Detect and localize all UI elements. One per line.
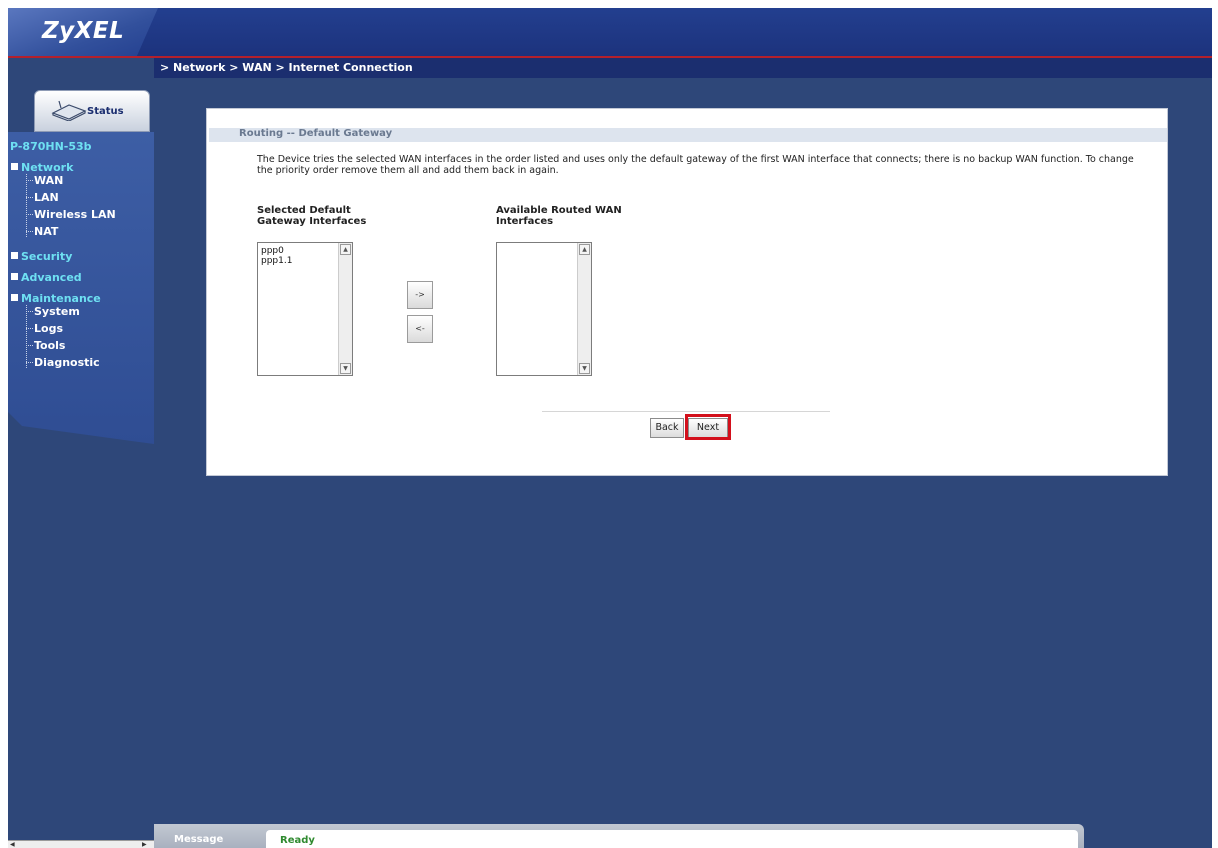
router-admin-window: ZyXEL > Network > WAN > Internet Connect… <box>8 8 1212 848</box>
router-icon <box>51 100 87 121</box>
selected-heading-line2: Gateway Interfaces <box>257 216 367 227</box>
available-heading-line1: Available Routed WAN <box>496 205 622 216</box>
header-bar: ZyXEL <box>8 8 1212 58</box>
scroll-right-arrow-icon[interactable]: ▶ <box>142 841 150 848</box>
collapse-square-icon <box>11 163 18 170</box>
listbox-scrollbar[interactable]: ▲ ▼ <box>338 243 352 375</box>
nav-item-nat[interactable]: NAT <box>34 225 58 238</box>
device-model-label: P-870HN-53b <box>10 140 92 153</box>
nav-item-wan[interactable]: WAN <box>34 174 63 187</box>
nav-item-lan[interactable]: LAN <box>34 191 59 204</box>
tree-branch <box>26 214 33 215</box>
selected-interfaces-heading: Selected Default Gateway Interfaces <box>257 205 366 227</box>
tree-branch <box>26 180 33 181</box>
tree-branch <box>26 311 33 312</box>
horizontal-scrollbar[interactable]: ◀ ▶ <box>8 840 154 848</box>
nav-group-maintenance-label: Maintenance <box>21 292 101 305</box>
selected-interfaces-listbox[interactable]: ppp0 ppp1.1 ▲ ▼ <box>257 242 353 376</box>
nav-item-tools[interactable]: Tools <box>34 339 65 352</box>
nav-group-advanced[interactable]: Advanced <box>11 271 82 284</box>
tree-branch <box>26 197 33 198</box>
scroll-up-arrow-icon[interactable]: ▲ <box>579 244 590 255</box>
tree-line-network <box>26 174 27 237</box>
tree-branch <box>26 231 33 232</box>
list-item[interactable]: ppp0 <box>261 246 292 256</box>
section-title: Routing -- Default Gateway <box>239 128 393 139</box>
list-item[interactable]: ppp1.1 <box>261 256 292 266</box>
nav-item-system[interactable]: System <box>34 305 80 318</box>
selected-interfaces-items: ppp0 ppp1.1 <box>261 246 292 266</box>
nav-item-logs[interactable]: Logs <box>34 322 63 335</box>
available-heading-line2: Interfaces <box>496 216 554 227</box>
nav-item-diagnostic[interactable]: Diagnostic <box>34 356 100 369</box>
status-field: Ready <box>266 830 1078 848</box>
tree-branch <box>26 362 33 363</box>
message-label: Message <box>174 834 224 845</box>
move-left-button[interactable]: <- <box>407 315 433 343</box>
nav-panel <box>8 132 154 444</box>
expand-square-icon <box>11 273 18 280</box>
sidebar: Status P-870HN-53b Network WAN LAN Wirel… <box>8 58 154 848</box>
breadcrumb: > Network > WAN > Internet Connection <box>160 61 413 74</box>
scroll-down-arrow-icon[interactable]: ▼ <box>340 363 351 374</box>
expand-square-icon <box>11 252 18 259</box>
description-text: The Device tries the selected WAN interf… <box>257 154 1134 176</box>
scroll-left-arrow-icon[interactable]: ◀ <box>10 841 18 848</box>
breadcrumb-bar: > Network > WAN > Internet Connection <box>154 58 1212 78</box>
status-text: Ready <box>280 835 315 846</box>
move-right-button[interactable]: -> <box>407 281 433 309</box>
tree-branch <box>26 345 33 346</box>
scroll-up-arrow-icon[interactable]: ▲ <box>340 244 351 255</box>
status-tab-label: Status <box>87 106 124 117</box>
zyxel-logo: ZyXEL <box>42 18 125 44</box>
nav-item-wireless-lan[interactable]: Wireless LAN <box>34 208 116 221</box>
collapse-square-icon <box>11 294 18 301</box>
next-button-highlight <box>685 414 731 440</box>
back-button[interactable]: Back <box>650 418 684 438</box>
scroll-down-arrow-icon[interactable]: ▼ <box>579 363 590 374</box>
button-divider <box>542 411 830 412</box>
nav-group-security-label: Security <box>21 250 73 263</box>
nav-group-advanced-label: Advanced <box>21 271 82 284</box>
selected-heading-line1: Selected Default <box>257 205 351 216</box>
section-header: Routing -- Default Gateway <box>209 128 1167 142</box>
content-card: Routing -- Default Gateway The Device tr… <box>206 108 1168 476</box>
available-interfaces-heading: Available Routed WAN Interfaces <box>496 205 622 227</box>
nav-group-security[interactable]: Security <box>11 250 72 263</box>
status-bar: Message Ready <box>154 824 1084 848</box>
status-tab[interactable]: Status <box>34 90 150 132</box>
nav-group-network[interactable]: Network <box>11 161 73 174</box>
available-interfaces-listbox[interactable]: ▲ ▼ <box>496 242 592 376</box>
tree-line-maintenance <box>26 305 27 368</box>
nav-group-network-label: Network <box>21 161 74 174</box>
nav-group-maintenance[interactable]: Maintenance <box>11 292 101 305</box>
listbox-scrollbar[interactable]: ▲ ▼ <box>577 243 591 375</box>
tree-branch <box>26 328 33 329</box>
